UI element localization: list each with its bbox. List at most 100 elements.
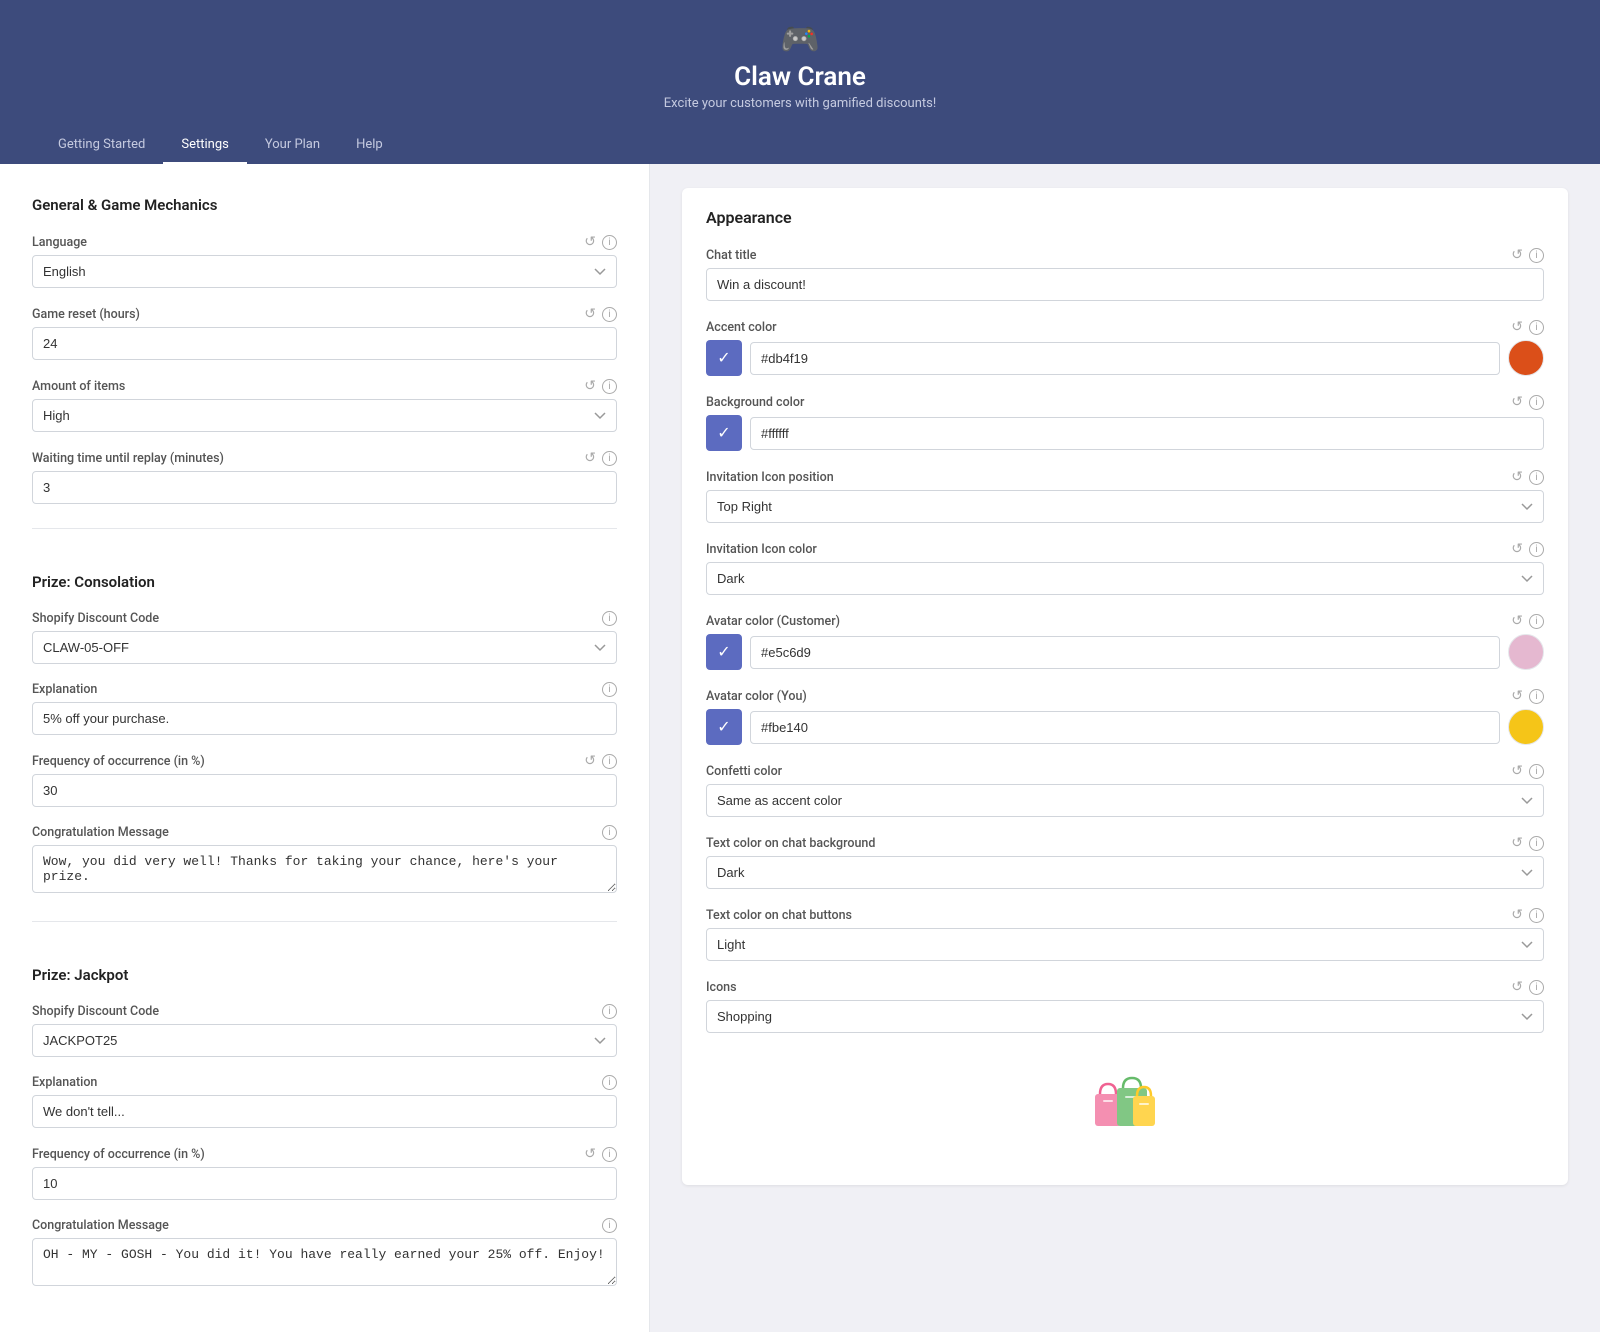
invitation-position-info-icon[interactable]: i [1529,470,1544,485]
text-chat-buttons-select[interactable]: Light [706,928,1544,961]
chat-title-info-icon[interactable]: i [1529,248,1544,263]
accent-color-input[interactable] [750,342,1500,375]
background-color-input[interactable] [750,417,1544,450]
chat-title-reset-icon[interactable]: ↺ [1511,247,1523,263]
background-color-reset-icon[interactable]: ↺ [1511,394,1523,410]
avatar-customer-info-icon[interactable]: i [1529,614,1544,629]
icons-group: Icons ↺ i Shopping [706,979,1544,1033]
invitation-icon-color-label-row: Invitation Icon color ↺ i [706,541,1544,557]
invitation-icon-color-info-icon[interactable]: i [1529,542,1544,557]
text-chat-bg-select[interactable]: Dark [706,856,1544,889]
invitation-position-label-row: Invitation Icon position ↺ i [706,469,1544,485]
amount-items-select[interactable]: High [32,399,617,432]
jackpot-frequency-input[interactable] [32,1167,617,1200]
tab-your-plan[interactable]: Your Plan [247,127,338,164]
avatar-you-input-wrap [750,711,1500,744]
invitation-position-label: Invitation Icon position [706,470,834,485]
consolation-frequency-input[interactable] [32,774,617,807]
jackpot-congrats-info-icon[interactable]: i [602,1218,617,1233]
game-reset-reset-icon[interactable]: ↺ [584,306,596,322]
consolation-frequency-reset-icon[interactable]: ↺ [584,753,596,769]
consolation-discount-info-icon[interactable]: i [602,611,617,626]
background-color-swatch[interactable]: ✓ [706,415,742,451]
consolation-discount-select[interactable]: CLAW-05-OFF [32,631,617,664]
accent-color-label-row: Accent color ↺ i [706,319,1544,335]
avatar-you-swatch[interactable]: ✓ [706,709,742,745]
avatar-you-info-icon[interactable]: i [1529,689,1544,704]
avatar-customer-reset-icon[interactable]: ↺ [1511,613,1523,629]
invitation-icon-color-reset-icon[interactable]: ↺ [1511,541,1523,557]
tab-settings[interactable]: Settings [163,127,246,164]
invitation-position-reset-icon[interactable]: ↺ [1511,469,1523,485]
avatar-you-input[interactable] [750,711,1500,744]
accent-color-reset-icon[interactable]: ↺ [1511,319,1523,335]
text-chat-bg-reset-icon[interactable]: ↺ [1511,835,1523,851]
tab-help[interactable]: Help [338,127,401,164]
tab-getting-started[interactable]: Getting Started [40,127,163,164]
avatar-you-reset-icon[interactable]: ↺ [1511,688,1523,704]
consolation-explanation-actions: i [602,682,617,697]
jackpot-congrats-label: Congratulation Message [32,1218,169,1233]
main-content: General & Game Mechanics Language ↺ i En… [0,164,1600,1332]
icons-select[interactable]: Shopping [706,1000,1544,1033]
invitation-icon-color-select[interactable]: Dark [706,562,1544,595]
amount-items-reset-icon[interactable]: ↺ [584,378,596,394]
consolation-congrats-info-icon[interactable]: i [602,825,617,840]
background-color-info-icon[interactable]: i [1529,395,1544,410]
confetti-color-label-row: Confetti color ↺ i [706,763,1544,779]
appearance-title: Appearance [706,208,1544,227]
prize-consolation-section: Prize: Consolation Shopify Discount Code… [32,557,617,897]
accent-color-group: Accent color ↺ i ✓ [706,319,1544,376]
consolation-explanation-info-icon[interactable]: i [602,682,617,697]
language-reset-icon[interactable]: ↺ [584,234,596,250]
jackpot-frequency-reset-icon[interactable]: ↺ [584,1146,596,1162]
app-header: 🎮 Claw Crane Excite your customers with … [0,0,1600,164]
background-color-check-icon: ✓ [717,423,730,443]
jackpot-discount-info-icon[interactable]: i [602,1004,617,1019]
jackpot-frequency-info-icon[interactable]: i [602,1147,617,1162]
language-label: Language [32,235,87,250]
avatar-customer-row: ✓ [706,634,1544,670]
accent-color-actions: ↺ i [1511,319,1544,335]
game-reset-input[interactable] [32,327,617,360]
background-color-actions: ↺ i [1511,394,1544,410]
consolation-explanation-input[interactable] [32,702,617,735]
game-reset-field-group: Game reset (hours) ↺ i [32,306,617,360]
chat-title-input[interactable] [706,268,1544,301]
waiting-time-info-icon[interactable]: i [602,451,617,466]
confetti-color-group: Confetti color ↺ i Same as accent color [706,763,1544,817]
prize-jackpot-title: Prize: Jackpot [32,966,617,984]
icons-info-icon[interactable]: i [1529,980,1544,995]
avatar-you-label: Avatar color (You) [706,689,807,704]
amount-items-info-icon[interactable]: i [602,379,617,394]
language-info-icon[interactable]: i [602,235,617,250]
consolation-discount-code-label: Shopify Discount Code [32,611,159,626]
text-chat-buttons-info-icon[interactable]: i [1529,908,1544,923]
jackpot-discount-select[interactable]: JACKPOT25 [32,1024,617,1057]
jackpot-explanation-input[interactable] [32,1095,617,1128]
waiting-time-reset-icon[interactable]: ↺ [584,450,596,466]
invitation-position-select[interactable]: Top Right [706,490,1544,523]
icons-reset-icon[interactable]: ↺ [1511,979,1523,995]
avatar-customer-input-wrap [750,636,1500,669]
jackpot-congrats-textarea[interactable] [32,1238,617,1286]
accent-color-swatch[interactable]: ✓ [706,340,742,376]
game-reset-info-icon[interactable]: i [602,307,617,322]
avatar-customer-swatch[interactable]: ✓ [706,634,742,670]
jackpot-explanation-info-icon[interactable]: i [602,1075,617,1090]
consolation-congrats-textarea[interactable] [32,845,617,893]
text-chat-buttons-reset-icon[interactable]: ↺ [1511,907,1523,923]
waiting-time-input[interactable] [32,471,617,504]
confetti-color-select[interactable]: Same as accent color [706,784,1544,817]
text-chat-buttons-label: Text color on chat buttons [706,908,852,923]
consolation-frequency-info-icon[interactable]: i [602,754,617,769]
avatar-customer-input[interactable] [750,636,1500,669]
language-select[interactable]: English [32,255,617,288]
confetti-color-info-icon[interactable]: i [1529,764,1544,779]
accent-color-row: ✓ [706,340,1544,376]
text-chat-bg-info-icon[interactable]: i [1529,836,1544,851]
game-reset-label: Game reset (hours) [32,307,140,322]
accent-color-info-icon[interactable]: i [1529,320,1544,335]
avatar-customer-check-icon: ✓ [717,642,730,662]
confetti-color-reset-icon[interactable]: ↺ [1511,763,1523,779]
